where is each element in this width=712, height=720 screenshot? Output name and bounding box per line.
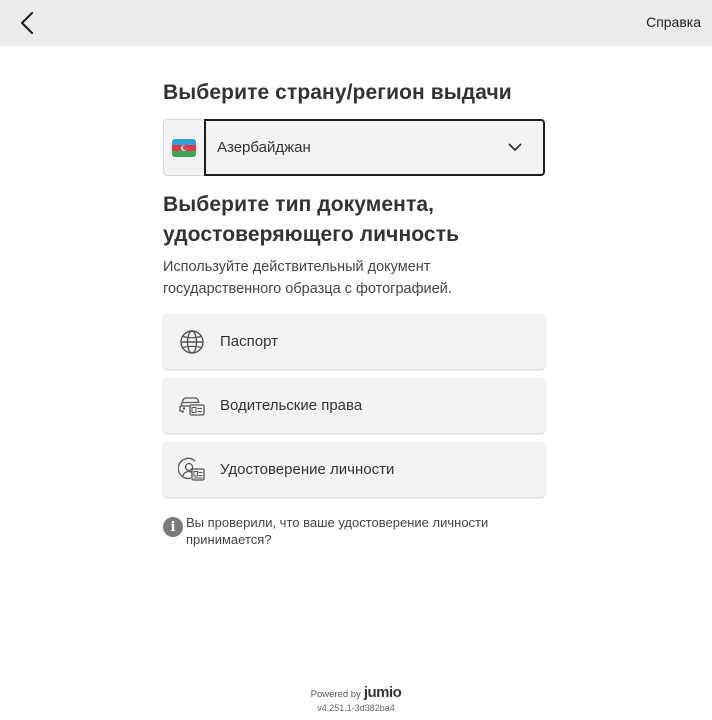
document-subtitle-line2: государственного образца с фотографией.	[163, 281, 452, 297]
id-card-icon	[177, 455, 207, 485]
chevron-down-icon	[507, 140, 523, 156]
document-option-id-card[interactable]: Удостоверение личности	[163, 442, 545, 497]
chevron-left-icon	[20, 11, 34, 35]
main-content: Выберите страну/регион выдачи Азербайджа…	[163, 78, 545, 548]
car-license-icon	[177, 391, 207, 421]
acceptance-info: i Вы проверили, что ваше удостоверение л…	[163, 514, 545, 548]
document-subtitle-line1: Используйте действительный документ	[163, 259, 431, 275]
country-title: Выберите страну/регион выдачи	[163, 81, 512, 104]
country-select-value: Азербайджан	[217, 139, 311, 156]
document-option-label: Удостоверение личности	[220, 461, 395, 478]
document-type-subtitle: Используйте действительный документ госу…	[163, 256, 545, 300]
document-option-driving-license[interactable]: Водительские права	[163, 378, 545, 433]
top-bar: Справка	[0, 0, 712, 46]
help-link[interactable]: Справка	[646, 14, 701, 30]
document-option-label: Паспорт	[220, 333, 278, 350]
acceptance-info-line2: принимается?	[186, 532, 272, 547]
flag-box	[163, 119, 204, 176]
acceptance-info-link[interactable]: Вы проверили, что ваше удостоверение лич…	[186, 514, 488, 548]
document-options: Паспорт Водительские права Удостоверение…	[163, 314, 545, 497]
footer: Powered by jumio v4.251.1-3d382ba4	[0, 684, 712, 713]
azerbaijan-flag-icon	[172, 138, 196, 157]
document-type-title-line2: удостоверяющего личность	[163, 223, 460, 246]
back-button[interactable]	[12, 8, 42, 38]
powered-by-label: Powered by	[310, 689, 361, 700]
document-type-title-line1: Выберите тип документа,	[163, 193, 435, 216]
version-label: v4.251.1-3d382ba4	[317, 703, 395, 713]
info-icon: i	[163, 517, 183, 537]
document-option-label: Водительские права	[220, 397, 363, 414]
globe-icon	[177, 327, 207, 357]
powered-by: Powered by jumio	[0, 684, 712, 701]
document-option-passport[interactable]: Паспорт	[163, 314, 545, 369]
country-select[interactable]: Азербайджан	[204, 119, 545, 176]
jumio-logo: jumio	[363, 684, 402, 701]
acceptance-info-line1: Вы проверили, что ваше удостоверение лич…	[186, 515, 489, 530]
document-type-title: Выберите тип документа, удостоверяющего …	[163, 190, 545, 250]
country-selector: Азербайджан	[163, 119, 545, 176]
